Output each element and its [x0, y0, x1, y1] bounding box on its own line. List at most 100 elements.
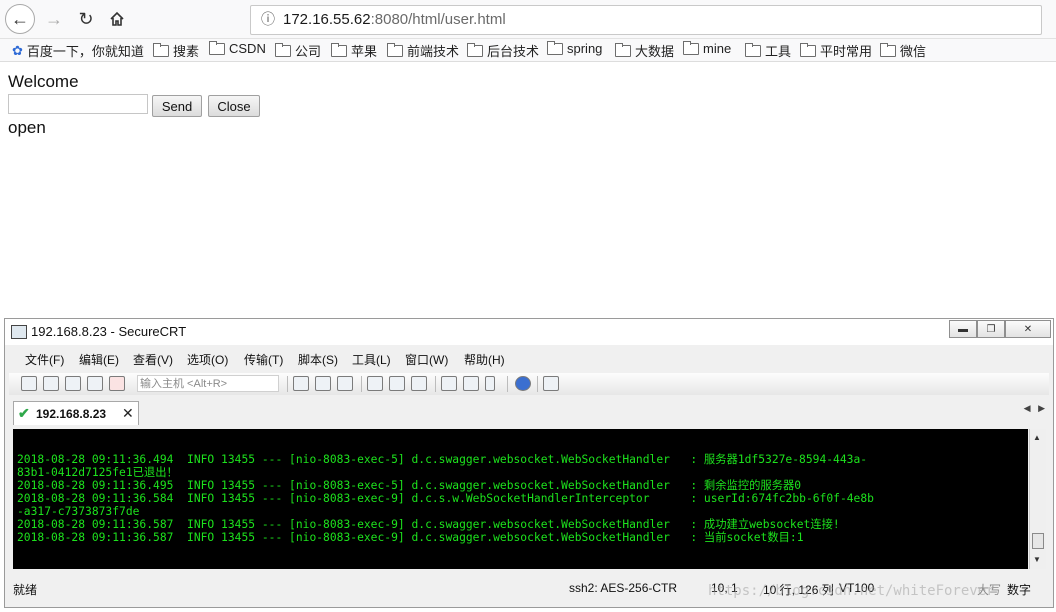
disconnect-icon[interactable] — [109, 376, 125, 391]
welcome-heading: Welcome — [8, 72, 79, 91]
print-selection-icon[interactable] — [389, 376, 405, 391]
key-icon[interactable] — [485, 376, 495, 391]
terminal-line: 83b1-0412d7125fe1已退出！ — [17, 466, 178, 479]
menu-bar: 文件(F) 编辑(E) 查看(V) 选项(O) 传输(T) 脚本(S) 工具(L… — [9, 347, 1049, 371]
toolbar-separator — [361, 376, 362, 392]
crt-toolbar: 输入主机 <Alt+R> — [9, 373, 1049, 395]
maximize-button[interactable]: ❐ — [977, 320, 1005, 338]
print-icon[interactable] — [367, 376, 383, 391]
terminal-line: 2018-08-28 09:11:36.587 INFO 13455 --- [… — [17, 531, 804, 544]
reload-button[interactable]: ↻ — [72, 5, 100, 33]
toolbar-separator — [435, 376, 436, 392]
bookmark-item[interactable]: 工具 — [745, 41, 791, 60]
menu-transfer[interactable]: 传输(T) — [244, 351, 283, 368]
connection-status-text: open — [8, 118, 46, 137]
menu-script[interactable]: 脚本(S) — [298, 351, 338, 368]
folder-icon — [547, 40, 563, 55]
securecrt-window: 192.168.8.23 - SecureCRT ▬ ❐ ✕ 文件(F) 编辑(… — [4, 318, 1054, 608]
bookmark-item[interactable]: CSDN — [209, 40, 266, 56]
terminal-line: -a317-c7373873f7de — [17, 505, 140, 518]
reload-icon: ↻ — [78, 8, 94, 29]
toolbar-separator — [537, 376, 538, 392]
scroll-up-icon[interactable]: ▲ — [1033, 433, 1041, 442]
folder-icon — [153, 42, 169, 57]
minimize-icon: ▬ — [958, 323, 968, 335]
global-options-icon[interactable] — [463, 376, 479, 391]
folder-icon — [467, 42, 483, 57]
info-icon[interactable]: ⓘ — [259, 10, 277, 28]
menu-edit[interactable]: 编辑(E) — [79, 351, 119, 368]
bookmark-item[interactable]: spring — [547, 40, 602, 56]
printer-icon[interactable] — [411, 376, 427, 391]
bookmark-item[interactable]: 后台技术 — [467, 41, 539, 60]
bookmark-item[interactable]: 搜素 — [153, 41, 199, 60]
terminal-line: 2018-08-28 09:11:36.494 INFO 13455 --- [… — [17, 453, 868, 466]
url-text: 172.16.55.62:8080/html/user.html — [283, 11, 506, 28]
close-button[interactable]: Close — [208, 95, 260, 117]
close-icon: ✕ — [1023, 323, 1033, 335]
minimize-button[interactable]: ▬ — [949, 320, 977, 338]
connected-check-icon: ✔ — [18, 405, 30, 421]
back-button[interactable]: ← — [5, 4, 35, 34]
quick-connect-icon[interactable] — [43, 376, 59, 391]
bookmark-item[interactable]: 苹果 — [331, 41, 377, 60]
bookmark-item[interactable]: 大数据 — [615, 41, 674, 60]
folder-icon — [387, 42, 403, 57]
address-bar[interactable]: ⓘ 172.16.55.62:8080/html/user.html — [250, 5, 1042, 35]
session-options-icon[interactable] — [441, 376, 457, 391]
bookmark-item[interactable]: 平时常用 — [800, 41, 872, 60]
arrow-left-icon: ← — [11, 8, 29, 29]
help-icon[interactable] — [515, 376, 531, 391]
toolbar-separator — [287, 376, 288, 392]
menu-view[interactable]: 查看(V) — [133, 351, 173, 368]
home-button[interactable] — [103, 5, 131, 33]
paste-icon[interactable] — [315, 376, 331, 391]
terminal-line: 2018-08-28 09:11:36.584 INFO 13455 --- [… — [17, 492, 874, 505]
folder-icon — [275, 42, 291, 57]
toolbar-separator — [507, 376, 508, 392]
connect-icon[interactable] — [21, 376, 37, 391]
folder-icon — [331, 42, 347, 57]
status-ready: 就绪 — [13, 583, 38, 597]
menu-help[interactable]: 帮助(H) — [464, 351, 505, 368]
connect-tab-icon[interactable] — [65, 376, 81, 391]
bookmarks-bar: ✿ 百度一下，你就知道 搜素 CSDN 公司 苹果 前端技术 后台技术 sprin… — [0, 39, 1056, 62]
folder-icon — [745, 42, 761, 57]
bookmark-item[interactable]: 微信 — [880, 41, 926, 60]
send-button[interactable]: Send — [152, 95, 202, 117]
message-input[interactable] — [8, 94, 148, 114]
menu-file[interactable]: 文件(F) — [25, 351, 64, 368]
window-close-button[interactable]: ✕ — [1005, 320, 1051, 338]
session-tab-label: 192.168.8.23 — [36, 407, 107, 421]
find-icon[interactable] — [337, 376, 353, 391]
menu-options[interactable]: 选项(O) — [187, 351, 228, 368]
session-tab-bar: ✔ 192.168.8.23 ✕ ◀ ▶ — [9, 399, 1049, 425]
securecrt-logo-icon — [11, 325, 27, 339]
window-titlebar[interactable]: 192.168.8.23 - SecureCRT ▬ ❐ ✕ — [5, 319, 1053, 345]
reconnect-icon[interactable] — [87, 376, 103, 391]
bookmark-item[interactable]: mine — [683, 40, 731, 56]
menu-tools[interactable]: 工具(L) — [352, 351, 391, 368]
folder-icon — [683, 40, 699, 55]
scrollbar-thumb[interactable] — [1032, 533, 1044, 549]
bookmark-baidu[interactable]: ✿ 百度一下，你就知道 — [12, 41, 144, 60]
sftp-icon[interactable] — [543, 376, 559, 391]
bookmark-item[interactable]: 前端技术 — [387, 41, 459, 60]
copy-icon[interactable] — [293, 376, 309, 391]
restore-icon: ❐ — [986, 323, 996, 335]
tab-close-icon[interactable]: ✕ — [122, 405, 134, 422]
enter-host-input[interactable]: 输入主机 <Alt+R> — [137, 375, 279, 392]
arrow-right-icon: → — [45, 8, 63, 29]
forward-button[interactable]: → — [40, 5, 68, 33]
bookmark-item[interactable]: 公司 — [275, 41, 321, 60]
browser-toolbar: ← → ↻ ⓘ 172.16.55.62:8080/html/user.html — [0, 0, 1056, 39]
terminal-screen[interactable]: 2018-08-28 09:11:36.494 INFO 13455 --- [… — [13, 429, 1028, 569]
terminal-scrollbar[interactable]: ▲ ▼ — [1029, 429, 1046, 569]
session-tab[interactable]: ✔ 192.168.8.23 ✕ — [13, 401, 139, 425]
status-num-lock: 数字 — [1007, 583, 1032, 597]
baidu-paw-icon: ✿ — [12, 42, 23, 58]
scroll-down-icon[interactable]: ▼ — [1033, 555, 1041, 564]
tab-scroll-arrows-icon[interactable]: ◀ ▶ — [1024, 403, 1045, 414]
terminal-output: 2018-08-28 09:11:36.494 INFO 13455 --- [… — [17, 453, 874, 544]
menu-window[interactable]: 窗口(W) — [405, 351, 448, 368]
